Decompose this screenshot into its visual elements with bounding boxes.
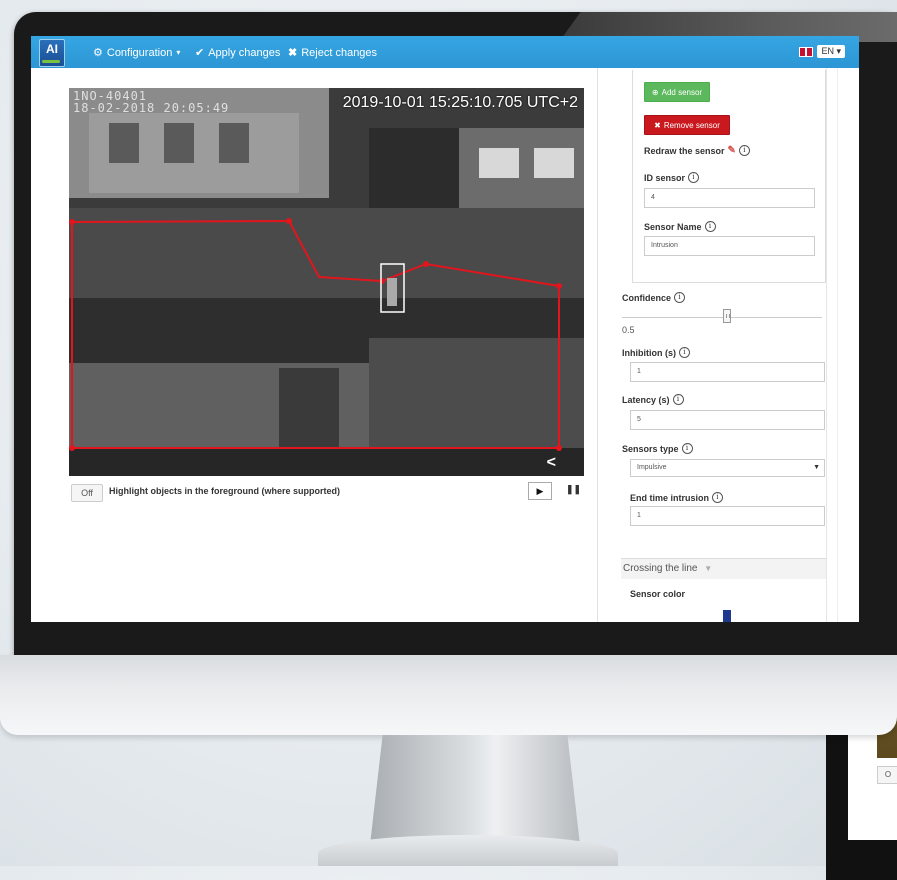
reject-changes-button[interactable]: ✖ Reject changes <box>288 46 378 60</box>
id-sensor-input[interactable]: 4 <box>644 188 815 208</box>
info-icon[interactable]: i <box>738 145 750 156</box>
caret-down-icon: ▼ <box>704 564 713 573</box>
latency-label-row: Latency (s) i <box>622 394 684 405</box>
uk-flag-icon <box>799 46 814 57</box>
info-icon[interactable]: i <box>704 221 716 232</box>
caret-down-icon: ▼ <box>813 464 820 471</box>
remove-sensor-label: Remove sensor <box>663 120 720 130</box>
inhibition-label-row: Inhibition (s) i <box>622 347 690 358</box>
app-logo[interactable]: AI <box>39 39 65 67</box>
id-sensor-label-row: ID sensor i <box>644 172 700 183</box>
reject-changes-label: Reject changes <box>301 46 378 59</box>
pencil-icon[interactable]: ✎ <box>728 145 736 156</box>
language-code: EN <box>821 46 834 56</box>
pause-icon: ❚❚ <box>566 484 582 494</box>
sensors-type-select[interactable]: Impulsive ▼ <box>630 459 825 477</box>
info-icon[interactable]: i <box>688 172 700 183</box>
sensors-type-label: Sensors type <box>622 443 679 454</box>
confidence-slider-thumb[interactable] <box>723 309 731 323</box>
configuration-menu[interactable]: ⚙ Configuration ▾ <box>93 46 181 60</box>
sensor-name-input[interactable]: Intrusion <box>644 236 815 256</box>
sensors-type-label-row: Sensors type i <box>622 443 693 454</box>
confidence-slider-track[interactable] <box>622 317 822 318</box>
logo-text: AI <box>46 42 58 56</box>
end-time-label-row: End time intrusion i <box>630 492 724 503</box>
gear-icon: ⚙ <box>93 47 103 59</box>
pause-button[interactable]: ❚❚ <box>566 484 581 495</box>
sensors-type-value: Impulsive <box>637 464 667 471</box>
sensor-name-label-row: Sensor Name i <box>644 221 716 232</box>
inhibition-label: Inhibition (s) <box>622 347 676 358</box>
highlight-label: Highlight objects in the foreground (whe… <box>109 486 340 496</box>
info-icon[interactable]: i <box>681 443 693 454</box>
panel-divider <box>597 68 598 622</box>
camera-video-feed[interactable]: 1NO-40401 18-02-2018 20:05:49 2019-10-01… <box>69 88 584 476</box>
osd-datetime: 18-02-2018 20:05:49 <box>73 101 230 115</box>
crossing-line-section-header[interactable]: Crossing the line ▼ <box>621 558 828 579</box>
video-timestamp: 2019-10-01 15:25:10.705 UTC+2 <box>342 94 578 111</box>
info-icon[interactable]: i <box>672 394 684 405</box>
add-sensor-label: Add sensor <box>661 87 703 97</box>
end-time-input[interactable]: 1 <box>630 506 825 526</box>
id-sensor-label: ID sensor <box>644 172 686 183</box>
monitor-stand <box>370 735 580 845</box>
osd-camera-info: 1NO-40401 18-02-2018 20:05:49 <box>73 90 229 114</box>
info-icon[interactable]: i <box>679 347 690 358</box>
play-icon: ▶ <box>536 486 544 496</box>
apply-changes-button[interactable]: ✔ Apply changes <box>195 46 281 60</box>
checkmark-icon: ✔ <box>195 47 205 59</box>
top-navbar: AI ⚙ Configuration ▾ ✔ Apply changes ✖ R… <box>31 36 859 68</box>
configuration-label: Configuration <box>106 46 173 59</box>
video-scene <box>69 88 584 476</box>
sensor-name-label: Sensor Name <box>644 221 702 232</box>
info-icon[interactable]: i <box>674 292 686 303</box>
add-sensor-button[interactable]: ⊕ Add sensor <box>644 82 710 102</box>
monitor-stand-base <box>318 835 618 866</box>
latency-input[interactable]: 5 <box>630 410 825 430</box>
inhibition-input[interactable]: 1 <box>630 362 825 382</box>
tablet-toggle-button[interactable]: O <box>877 766 897 784</box>
redraw-sensor-row: Redraw the sensor ✎ i <box>644 145 750 156</box>
sensor-color-label: Sensor color <box>630 589 686 599</box>
remove-sensor-button[interactable]: ✖ Remove sensor <box>644 115 730 135</box>
sensor-color-swatch[interactable] <box>723 610 731 622</box>
highlight-toggle[interactable]: Off <box>71 484 103 502</box>
end-time-label: End time intrusion <box>630 492 710 503</box>
crossing-line-label: Crossing the line <box>623 563 698 574</box>
play-button[interactable]: ▶ <box>528 482 552 500</box>
x-icon: ✖ <box>654 120 661 130</box>
right-scroll-area <box>826 68 859 622</box>
caret-down-icon: ▾ <box>176 48 181 57</box>
app-screen: AI ⚙ Configuration ▾ ✔ Apply changes ✖ R… <box>31 36 859 622</box>
confidence-value: 0.5 <box>622 325 635 335</box>
monitor-chin <box>0 655 897 735</box>
language-dropdown[interactable]: EN ▾ <box>817 45 845 58</box>
info-icon[interactable]: i <box>712 492 724 503</box>
confidence-label: Confidence <box>622 292 672 303</box>
apply-changes-label: Apply changes <box>208 46 281 59</box>
x-icon: ✖ <box>288 47 298 59</box>
plus-circle-icon: ⊕ <box>651 87 659 97</box>
sensor-color-label-row: Sensor color <box>630 589 685 599</box>
share-icon[interactable]: < <box>547 454 556 472</box>
redraw-sensor-label: Redraw the sensor <box>644 145 725 156</box>
confidence-label-row: Confidence i <box>622 292 686 303</box>
logo-swoosh-icon <box>42 60 60 63</box>
latency-label: Latency (s) <box>622 394 670 405</box>
language-selector[interactable]: EN ▾ <box>799 45 845 58</box>
